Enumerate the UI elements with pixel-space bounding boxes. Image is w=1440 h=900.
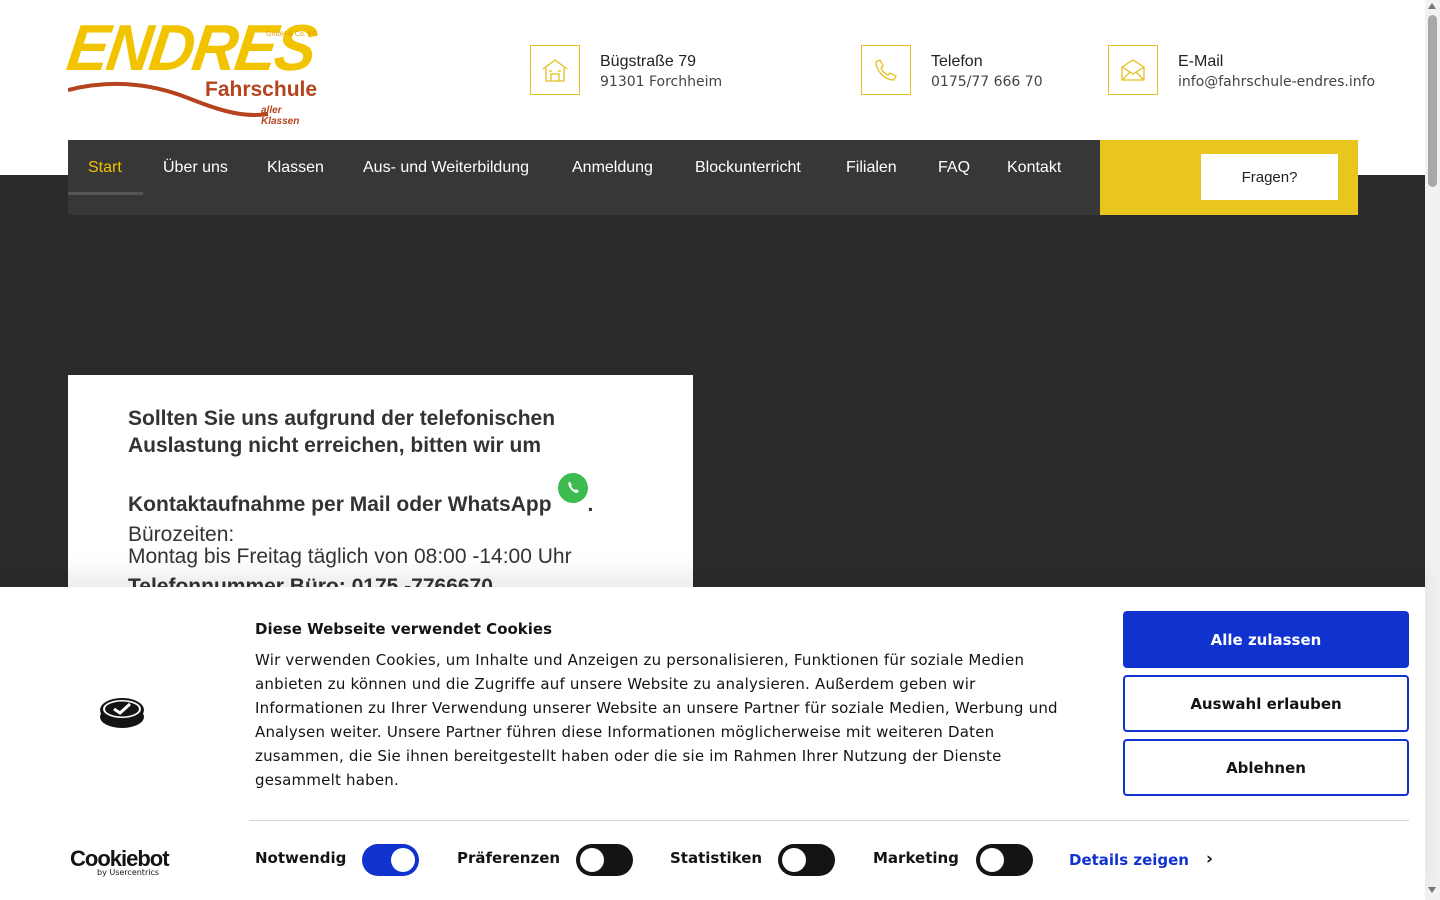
nav-item-kontakt[interactable]: Kontakt: [1007, 140, 1061, 195]
nav-item-anmeldung[interactable]: Anmeldung: [572, 140, 653, 195]
notice-contact-text: Kontaktaufnahme per Mail oder WhatsApp: [128, 493, 552, 516]
logo-company-form: GmbH & Co. KG: [266, 31, 318, 38]
cookiebot-byline: by Usercentrics: [97, 868, 160, 877]
chevron-right-icon[interactable]: ›: [1206, 849, 1213, 869]
contact-address-value: 91301 Forchheim: [600, 74, 723, 90]
toggle-necessary: Notwendig: [255, 844, 425, 876]
office-hours-label: Bürozeiten:: [128, 523, 235, 546]
main-navigation: Start Über uns Klassen Aus- und Weiterbi…: [68, 140, 1100, 215]
office-hours-value: Montag bis Freitag täglich von 08:00 -14…: [128, 545, 572, 568]
toggle-knob: [391, 848, 415, 872]
logo-tagline: aller Klassen: [261, 105, 300, 127]
contact-phone-value[interactable]: 0175/77 666 70: [931, 74, 1043, 90]
mail-icon: [1108, 45, 1158, 95]
toggle-preferences-switch[interactable]: [576, 844, 633, 876]
toggle-necessary-label: Notwendig: [255, 849, 347, 867]
toggle-knob: [580, 848, 604, 872]
nav-item-ueber-uns[interactable]: Über uns: [163, 140, 228, 195]
house-icon: [530, 45, 580, 95]
nav-item-blockunterricht[interactable]: Blockunterricht: [695, 140, 801, 195]
toggle-statistics: Statistiken: [670, 844, 840, 876]
notice-heading: Sollten Sie uns aufgrund der telefonisch…: [128, 407, 556, 457]
notice-card: Sollten Sie uns aufgrund der telefonisch…: [68, 375, 693, 600]
nav-item-start[interactable]: Start: [88, 140, 122, 195]
nav-cta-area: Fragen?: [1100, 140, 1358, 215]
contact-email[interactable]: E-Mail info@fahrschule-endres.info: [1108, 45, 1375, 95]
deny-button[interactable]: Ablehnen: [1123, 739, 1409, 796]
scroll-down-arrow-icon[interactable]: [1428, 887, 1436, 893]
toggle-knob: [782, 848, 806, 872]
details-link[interactable]: Details zeigen: [1069, 851, 1189, 869]
page-scrollbar[interactable]: [1425, 0, 1440, 900]
toggle-preferences: Präferenzen: [457, 844, 637, 876]
notice-contact-period: .: [587, 493, 594, 516]
nav-item-aus-weiterbildung[interactable]: Aus- und Weiterbildung: [363, 140, 529, 195]
contact-email-value[interactable]: info@fahrschule-endres.info: [1178, 74, 1375, 90]
toggle-marketing: Marketing: [873, 844, 1043, 876]
nav-item-filialen[interactable]: Filialen: [846, 140, 897, 195]
office-hours: Bürozeiten: Montag bis Freitag täglich v…: [128, 524, 572, 568]
whatsapp-icon[interactable]: [557, 473, 588, 503]
notice-contact-line: Kontaktaufnahme per Mail oder WhatsApp.: [128, 473, 593, 517]
contact-phone-label: Telefon: [931, 53, 983, 70]
contact-address: Bügstraße 79 91301 Forchheim: [530, 45, 750, 95]
toggle-knob: [980, 848, 1004, 872]
nav-active-indicator: [68, 192, 143, 195]
allow-selection-button[interactable]: Auswahl erlauben: [1123, 675, 1409, 732]
scroll-thumb[interactable]: [1428, 15, 1437, 187]
contact-phone[interactable]: Telefon 0175/77 666 70: [861, 45, 1081, 95]
logo-subtitle: Fahrschule: [205, 78, 318, 101]
toggle-necessary-switch[interactable]: [362, 844, 419, 876]
contact-email-label: E-Mail: [1178, 53, 1224, 70]
cookie-description: Wir verwenden Cookies, um Inhalte und An…: [255, 651, 1058, 789]
cookie-divider: [249, 820, 1409, 821]
toggle-statistics-label: Statistiken: [670, 849, 763, 867]
cookiebot-icon: [99, 695, 145, 731]
toggle-preferences-label: Präferenzen: [457, 849, 561, 867]
questions-button[interactable]: Fragen?: [1201, 154, 1338, 200]
contact-address-label: Bügstraße 79: [600, 53, 697, 70]
site-header: ENDRES GmbH & Co. KG Fahrschule aller Kl…: [0, 0, 1425, 140]
nav-item-klassen[interactable]: Klassen: [267, 140, 324, 195]
logo-wordmark: ENDRES: [62, 12, 320, 85]
site-logo[interactable]: ENDRES GmbH & Co. KG Fahrschule aller Kl…: [63, 12, 320, 127]
toggle-statistics-switch[interactable]: [778, 844, 835, 876]
scroll-up-arrow-icon[interactable]: [1428, 3, 1436, 9]
cookiebot-brand: Cookiebot by Usercentrics: [70, 846, 180, 878]
toggle-marketing-label: Marketing: [873, 849, 959, 867]
phone-icon: [861, 45, 911, 95]
allow-all-button[interactable]: Alle zulassen: [1123, 611, 1409, 668]
cookie-consent-banner: Diese Webseite verwendet Cookies Wir ver…: [0, 587, 1425, 900]
cookie-title: Diese Webseite verwendet Cookies: [255, 620, 553, 638]
toggle-marketing-switch[interactable]: [976, 844, 1033, 876]
nav-item-faq[interactable]: FAQ: [938, 140, 970, 195]
